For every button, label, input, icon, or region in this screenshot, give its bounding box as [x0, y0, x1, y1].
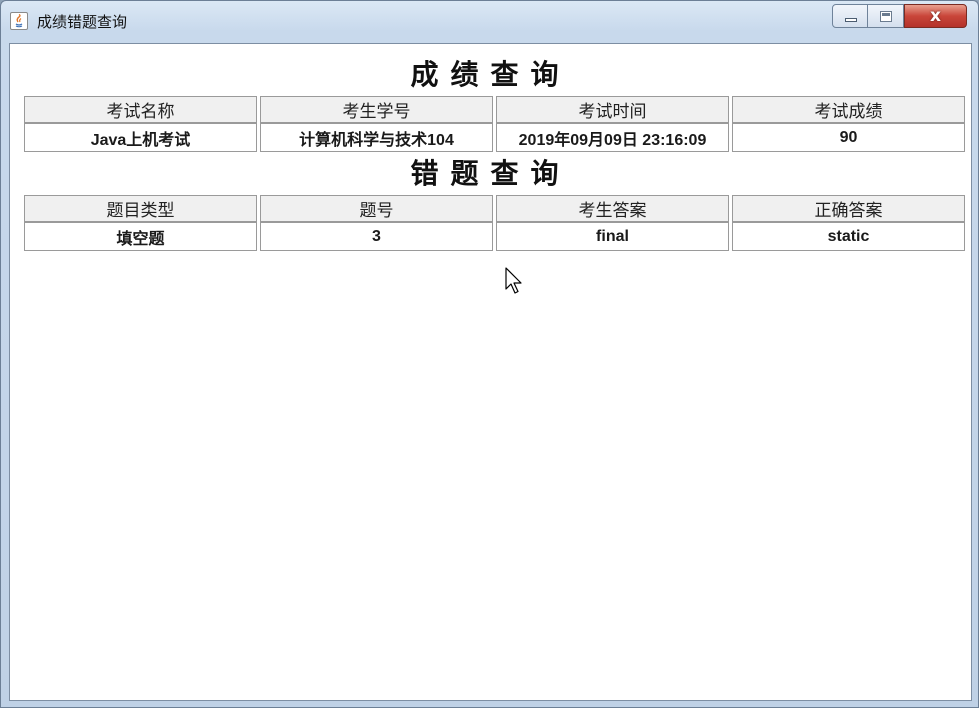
maximize-button[interactable] [868, 4, 904, 28]
app-window: 成绩错题查询 x 成绩查询 考试名称 考生学号 考试时间 考试成绩 Java上机… [0, 0, 979, 708]
column-header: 考试时间 [496, 96, 729, 123]
mistake-table: 题目类型 题号 考生答案 正确答案 填空题 3 final static [21, 195, 968, 251]
java-icon[interactable] [10, 12, 28, 30]
table-row[interactable]: 填空题 3 final static [24, 222, 965, 251]
window-controls: x [832, 4, 974, 28]
mistake-table-header: 题目类型 题号 考生答案 正确答案 [24, 195, 965, 222]
column-header: 正确答案 [732, 195, 965, 222]
table-cell[interactable]: static [732, 222, 965, 251]
table-cell[interactable]: 3 [260, 222, 493, 251]
score-table-header: 考试名称 考生学号 考试时间 考试成绩 [24, 96, 965, 123]
minimize-button[interactable] [832, 4, 868, 28]
column-header: 考试成绩 [732, 96, 965, 123]
column-header: 考生答案 [496, 195, 729, 222]
table-cell[interactable]: 填空题 [24, 222, 257, 251]
table-cell[interactable]: 2019年09月09日 23:16:09 [496, 123, 729, 152]
score-table: 考试名称 考生学号 考试时间 考试成绩 Java上机考试 计算机科学与技术104… [21, 96, 968, 152]
minimize-icon [845, 18, 857, 22]
maximize-icon [880, 11, 892, 22]
table-cell[interactable]: 计算机科学与技术104 [260, 123, 493, 152]
table-row[interactable]: Java上机考试 计算机科学与技术104 2019年09月09日 23:16:0… [24, 123, 965, 152]
column-header: 题目类型 [24, 195, 257, 222]
close-icon: x [930, 6, 941, 26]
window-title: 成绩错题查询 [37, 13, 128, 31]
close-button[interactable]: x [904, 4, 967, 28]
table-cell[interactable]: final [496, 222, 729, 251]
score-query-heading: 成绩查询 [410, 58, 571, 91]
mistake-query-heading: 错题查询 [410, 157, 571, 190]
mouse-pointer-icon [505, 267, 525, 299]
content-panel: 成绩查询 考试名称 考生学号 考试时间 考试成绩 Java上机考试 计算机科学与… [9, 43, 972, 701]
table-cell[interactable]: 90 [732, 123, 965, 152]
column-header: 题号 [260, 195, 493, 222]
column-header: 考生学号 [260, 96, 493, 123]
column-header: 考试名称 [24, 96, 257, 123]
title-bar[interactable]: 成绩错题查询 x [1, 1, 978, 39]
table-cell[interactable]: Java上机考试 [24, 123, 257, 152]
